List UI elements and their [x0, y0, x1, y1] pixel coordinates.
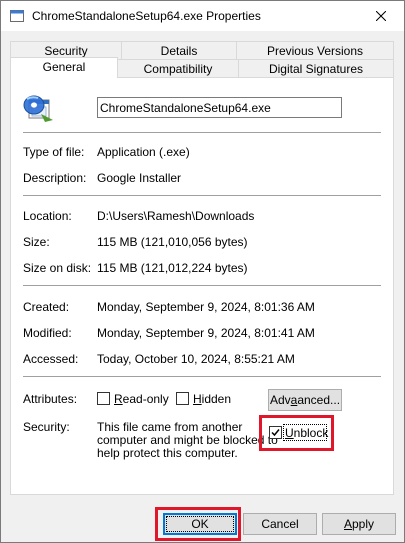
apply-button[interactable]: Apply: [322, 513, 396, 535]
readonly-label[interactable]: Read-only: [114, 392, 169, 406]
modified-label: Modified:: [23, 326, 72, 340]
accessed-label: Accessed:: [23, 352, 79, 366]
created-value: Monday, September 9, 2024, 8:01:36 AM: [97, 300, 315, 314]
application-icon: [10, 10, 24, 22]
description-label: Description:: [23, 171, 87, 185]
close-icon: [376, 11, 386, 21]
security-message-line-1: This file came from another: [97, 420, 243, 434]
accessed-value: Today, October 10, 2024, 8:55:21 AM: [97, 352, 295, 366]
location-label: Location:: [23, 209, 72, 223]
location-value: D:\Users\Ramesh\Downloads: [97, 209, 255, 223]
tab-compatibility[interactable]: Compatibility: [117, 59, 239, 78]
cancel-button[interactable]: Cancel: [243, 513, 317, 535]
advanced-button[interactable]: Advaanced...: [268, 389, 342, 411]
separator: [23, 132, 381, 133]
filename-value: ChromeStandaloneSetup64.exe: [100, 101, 271, 115]
separator: [23, 195, 381, 196]
size-label: Size:: [23, 235, 50, 249]
size-on-disk-value: 115 MB (121,012,224 bytes): [97, 261, 248, 275]
unblock-highlight: [259, 415, 334, 451]
installer-disc-icon: [23, 95, 53, 122]
tab-digital-signatures[interactable]: Digital Signatures: [238, 59, 394, 78]
tab-details[interactable]: Details: [121, 41, 237, 60]
properties-window: ChromeStandaloneSetup64.exe Properties S…: [0, 0, 405, 543]
type-label: Type of file:: [23, 145, 85, 159]
security-label: Security:: [23, 420, 70, 434]
security-message-line-2: computer and might be blocked to: [97, 433, 278, 447]
hidden-label[interactable]: Hidden: [193, 392, 231, 406]
ok-highlight: [155, 507, 241, 541]
general-panel: ChromeStandaloneSetup64.exe Type of file…: [10, 77, 394, 495]
description-value: Google Installer: [97, 171, 182, 185]
close-button[interactable]: [358, 1, 404, 31]
separator: [23, 285, 381, 286]
title-bar: ChromeStandaloneSetup64.exe Properties: [1, 1, 404, 31]
size-on-disk-label: Size on disk:: [23, 261, 92, 275]
size-value: 115 MB (121,010,056 bytes): [97, 235, 248, 249]
modified-value: Monday, September 9, 2024, 8:01:41 AM: [97, 326, 315, 340]
created-label: Created:: [23, 300, 70, 314]
hidden-checkbox[interactable]: [176, 392, 189, 405]
window-title: ChromeStandaloneSetup64.exe Properties: [32, 9, 261, 23]
tab-previous-versions[interactable]: Previous Versions: [236, 41, 394, 60]
readonly-checkbox[interactable]: [97, 392, 110, 405]
security-message-line-3: help protect this computer.: [97, 446, 238, 460]
tab-general[interactable]: General: [10, 57, 118, 78]
filename-field[interactable]: ChromeStandaloneSetup64.exe: [97, 97, 342, 118]
attributes-label: Attributes:: [23, 392, 78, 406]
type-value: Application (.exe): [97, 145, 190, 159]
separator: [23, 376, 381, 377]
